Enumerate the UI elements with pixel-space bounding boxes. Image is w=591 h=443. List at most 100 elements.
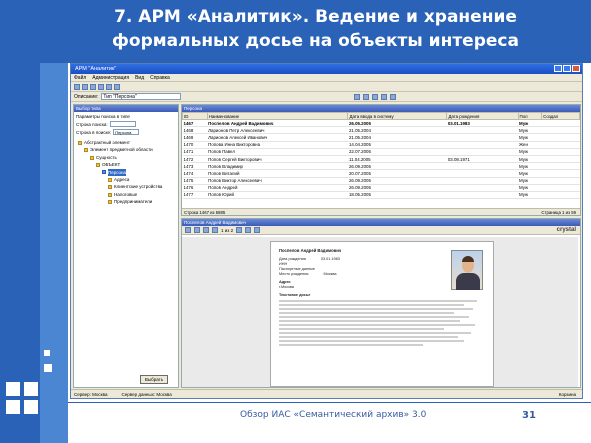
tree-item-addresses[interactable]: Адреса [76, 176, 176, 183]
toolbar-save-icon[interactable] [90, 83, 96, 90]
menu-help[interactable]: Справка [150, 74, 170, 81]
toolbar-link-icon[interactable] [372, 93, 379, 100]
choose-button[interactable]: Выбрать [140, 375, 168, 384]
search-row-2-input[interactable]: Персона [113, 129, 140, 135]
table-cell [541, 169, 580, 178]
tree-item-person[interactable]: Персона [76, 168, 176, 177]
table-cell: Попов Павел [207, 148, 348, 156]
menu-admin[interactable]: Администрация [92, 74, 129, 81]
report-first-page-icon[interactable] [203, 227, 209, 233]
toolbar-open-icon[interactable] [82, 83, 88, 90]
table-cell: 26.09.2005 [347, 177, 447, 185]
type-combo[interactable]: Тип "Персона" [101, 93, 182, 100]
crystal-logo: crystal [556, 227, 576, 233]
table-cell [541, 119, 580, 128]
table-cell: 1473 [182, 162, 208, 171]
table-cell: Муж [518, 169, 542, 178]
type-toolbar: Описание: Тип "Персона" [71, 92, 582, 102]
tree-item-abstract[interactable]: Абстрактный элемент [76, 139, 176, 146]
dossier-header: Поспелов Андрей Вадимович [182, 219, 580, 226]
report-next-page-icon[interactable] [236, 227, 243, 233]
table-cell [446, 141, 519, 149]
table-cell: Муж [518, 177, 542, 185]
search-params-label: Параметры поиска в типе [76, 113, 130, 119]
column-header[interactable]: Дата ввода в систему [347, 112, 448, 120]
search-row-1-input[interactable] [109, 121, 136, 127]
report-export-icon[interactable] [194, 227, 200, 233]
slide-title-line-2: формальных досье на объекты интереса [112, 31, 519, 51]
table-cell [541, 155, 580, 164]
status-trash[interactable]: Корзина [559, 390, 576, 398]
toolbar-filter-icon[interactable] [354, 93, 361, 100]
search-row-2: Строка в поиске: Персона [74, 128, 178, 136]
grid-record-count: Строка 1467 из 5885 [184, 210, 226, 215]
folder-icon [84, 148, 88, 153]
toolbar-settings-icon[interactable] [390, 93, 397, 100]
table-cell: Жен [518, 141, 542, 149]
table-cell: 1472 [182, 155, 208, 164]
tree-item-domain[interactable]: Элемент предметной области [76, 146, 176, 153]
toolbar-search-icon[interactable] [106, 83, 112, 90]
tree-item-label: ОБЪЕКТ [102, 162, 121, 168]
toolbar-new-icon[interactable] [74, 83, 80, 90]
tree-item-entrepreneurs[interactable]: Предприниматели [76, 198, 176, 205]
report-toolbar: 1 из 2 crystal [182, 226, 580, 235]
toolbar-export-icon[interactable] [363, 93, 370, 100]
table-row[interactable]: 1467 Поспелов Андрей Вадимович 26.05.2005 0… [182, 119, 580, 128]
column-header[interactable]: ID [182, 112, 208, 120]
table-cell: 26.05.2005 [347, 119, 447, 128]
table-row[interactable]: 1474 Попов Виталий 20.07.2005 Муж [182, 169, 580, 178]
toolbar-refresh-icon[interactable] [114, 83, 120, 90]
table-row[interactable]: 1471 Попов Павел 22.07.2005 Муж [182, 148, 580, 156]
persons-table: ID Наименование Дата ввода в систему Дат… [182, 112, 580, 200]
close-button[interactable] [572, 65, 580, 72]
table-row[interactable]: 1469 Ларионов Алексей Иванович 21.05.2004 М… [182, 133, 580, 142]
tree-item-tax[interactable]: Налоговые [76, 191, 176, 198]
table-row[interactable]: 1476 Попов Андрей 26.09.2005 Муж [182, 184, 580, 192]
table-cell: Муж [518, 126, 542, 135]
field-label: Место рождения [279, 272, 309, 276]
toolbar-report-icon[interactable] [381, 93, 388, 100]
table-cell: 1471 [182, 148, 208, 156]
column-header[interactable]: Дата рождения [446, 112, 519, 120]
type-tree-pane: Выбор типа Параметры поиска в типе Строк… [73, 104, 179, 388]
table-row[interactable]: 1477 Попов Юрий 18.05.2005 Муж [182, 191, 580, 200]
folder-icon [108, 192, 112, 197]
table-cell [446, 126, 519, 135]
maximize-button[interactable] [563, 65, 571, 72]
table-cell [446, 162, 519, 171]
decor-square-3 [6, 400, 20, 414]
table-row[interactable]: 1473 Попов Владимир 26.09.2005 Муж [182, 162, 580, 171]
app-window: АРМ "Аналитик" Файл Администрация Вид Сп… [70, 63, 583, 399]
table-cell: 21.05.2004 [347, 133, 447, 142]
table-row[interactable]: 1468 Ларионов Петр Алексеевич 21.05.2004 Му… [182, 126, 580, 135]
minimize-button[interactable] [554, 65, 562, 72]
report-print-icon[interactable] [185, 227, 191, 233]
table-row[interactable]: 1472 Попов Сергей Викторович 11.04.2005 03.… [182, 155, 580, 164]
table-row[interactable]: 1475 Попов Виктор Алексеевич 26.09.2005 Муж [182, 177, 580, 185]
column-header[interactable]: Наименование [206, 112, 349, 120]
toolbar-print-icon[interactable] [98, 83, 104, 90]
menu-view[interactable]: Вид [135, 74, 144, 81]
main-toolbar [71, 82, 582, 92]
report-last-page-icon[interactable] [245, 227, 252, 233]
table-row[interactable]: 1470 Попова Инна Викторовна 14.04.2005 Жен [182, 141, 580, 149]
dossier-pane: Поспелов Андрей Вадимович 1 из 2 crystal… [181, 218, 581, 388]
table-cell: Попов Виктор Алексеевич [207, 177, 348, 185]
table-cell: Попов Сергей Викторович [207, 155, 348, 164]
folder-icon [78, 140, 82, 145]
table-cell [541, 141, 580, 149]
column-header[interactable]: Создал [541, 112, 580, 120]
column-header[interactable]: Пол [517, 112, 543, 120]
tree-item-entity[interactable]: Сущность [76, 154, 176, 161]
window-status-bar: Сервер: Москва Сервер данных: Москва Кор… [71, 389, 582, 398]
decor-square-6 [44, 350, 50, 356]
slide-title: 7. АРМ «Аналитик». Ведение и хранение фо… [0, 5, 591, 53]
report-prev-page-icon[interactable] [212, 227, 218, 233]
slide-footer: Обзор ИАС «Семантический архив» 3.0 [240, 410, 427, 420]
tree-item-devices[interactable]: Клиентские устройства [76, 183, 176, 190]
combo-label: Описание: [74, 93, 99, 100]
menu-file[interactable]: Файл [74, 74, 86, 81]
report-zoom-icon[interactable] [254, 227, 261, 233]
tree-item-object[interactable]: ОБЪЕКТ [76, 161, 176, 168]
